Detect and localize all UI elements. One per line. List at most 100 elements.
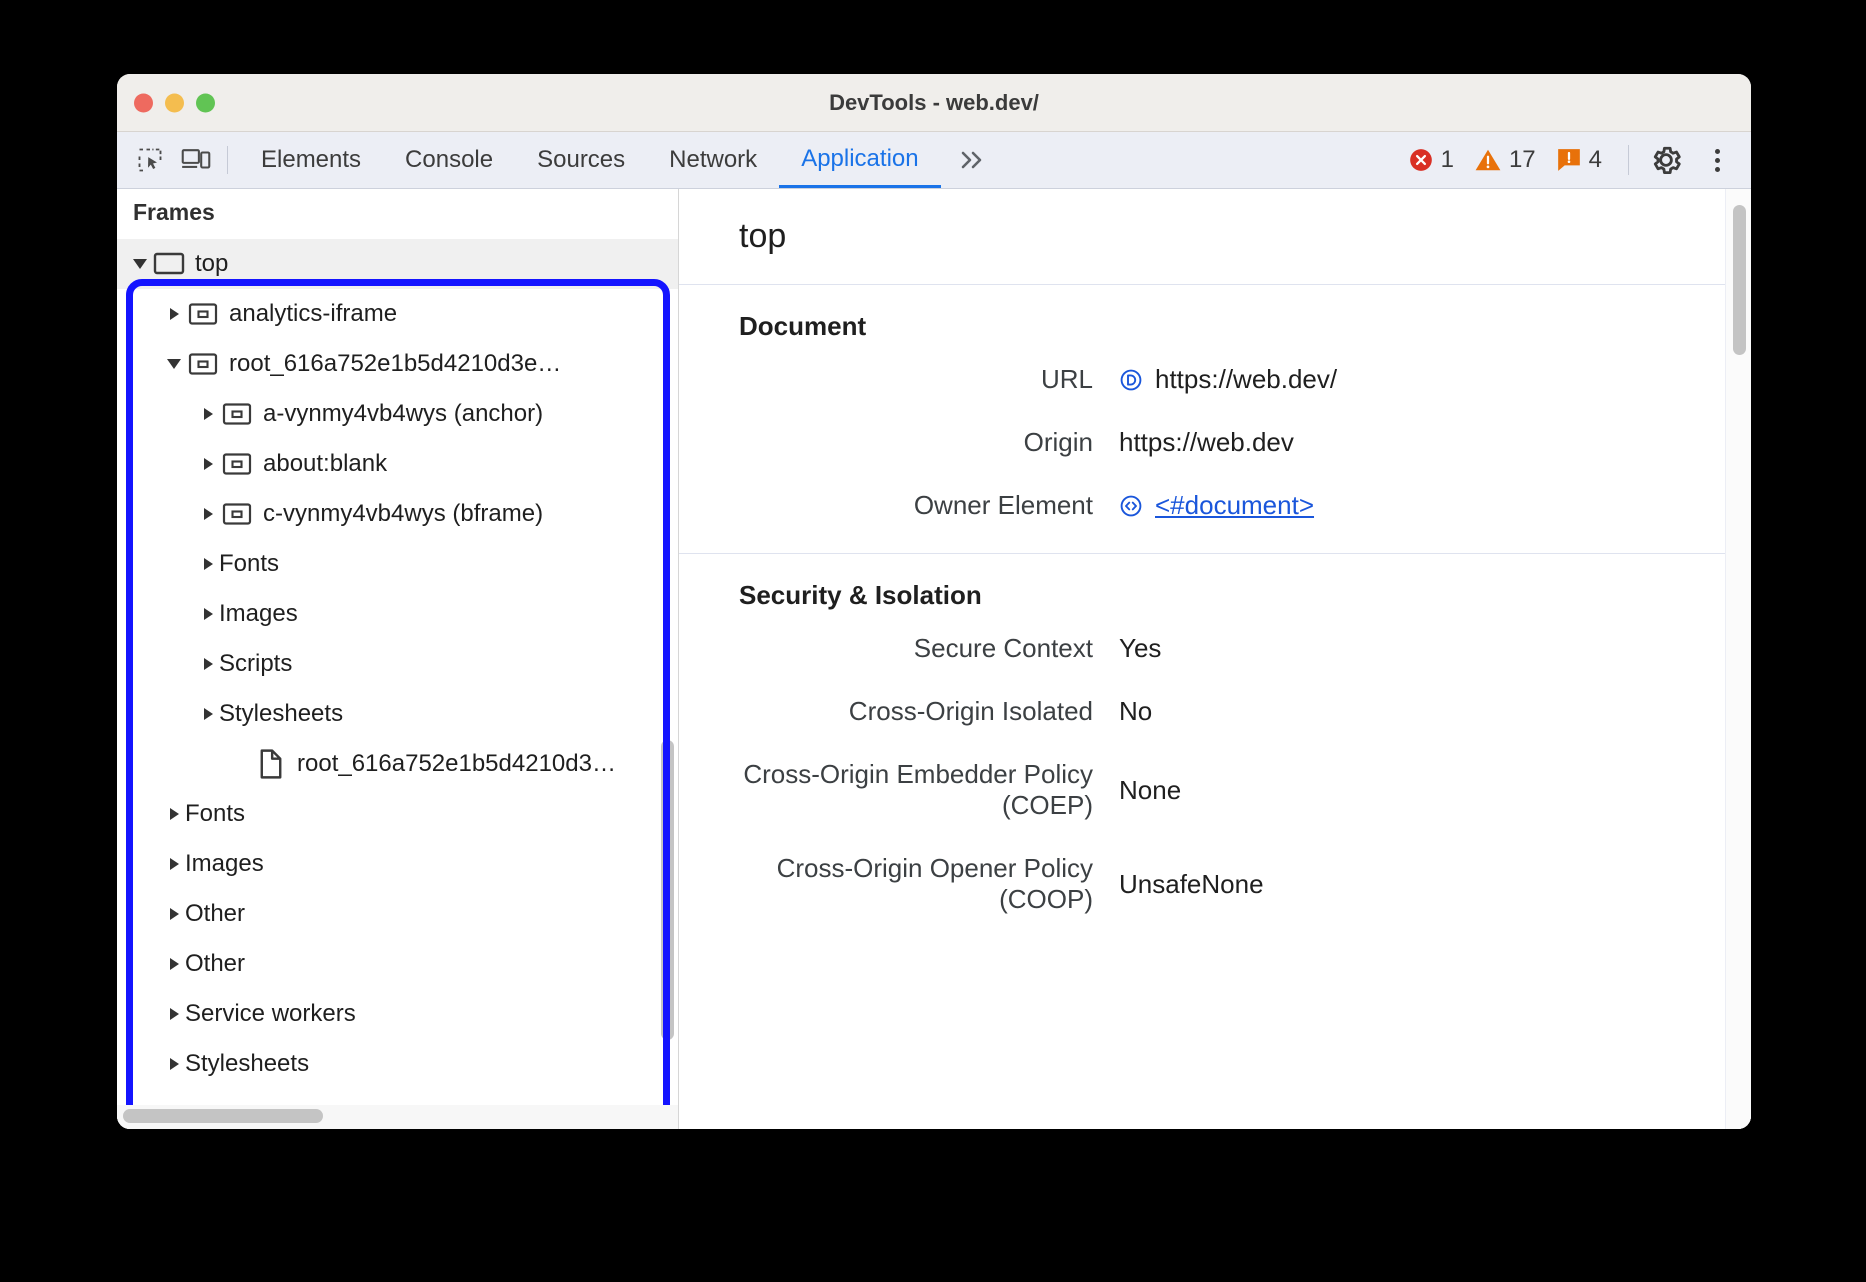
minimize-window-button[interactable] [165,93,184,112]
chevron-down-icon[interactable] [129,259,151,269]
sidebar-vertical-scrollbar[interactable] [661,740,674,1040]
tree-item-label: about:blank [263,452,387,476]
tree-item-label: Stylesheets [185,1052,309,1076]
iframe-icon [222,502,252,526]
tab-sources[interactable]: Sources [515,132,647,188]
tree-item-label: Images [185,852,264,876]
chevron-right-icon[interactable] [163,958,185,970]
tab-application[interactable]: Application [779,132,940,188]
chevron-right-icon[interactable] [197,408,219,420]
tree-item-fonts[interactable]: Fonts [117,539,678,589]
detail-value: None [1119,775,1181,806]
tree-item-stylesheets[interactable]: Stylesheets [117,689,678,739]
tree-item-a-vynmy4vb4wys-anchor[interactable]: a-vynmy4vb4wys (anchor) [117,389,678,439]
chevron-right-icon[interactable] [163,908,185,920]
kebab-menu-icon[interactable] [1695,138,1739,182]
detail-row: URLhttps://web.dev/ [679,364,1751,395]
chevron-right-icon[interactable] [163,308,185,320]
tree-item-label: Fonts [219,552,279,576]
warning-count: 17 [1509,146,1536,174]
tab-network[interactable]: Network [647,132,779,188]
frame-top-icon [151,251,187,277]
toolbar-divider-right [1628,145,1629,175]
gear-icon[interactable] [1643,137,1689,183]
tree-item-root-616a752e1b5d4210d3e[interactable]: root_616a752e1b5d4210d3e… [117,339,678,389]
tab-console[interactable]: Console [383,132,515,188]
detail-row: Owner Element<#document> [679,490,1751,521]
chevron-right-icon[interactable] [197,608,219,620]
open-in-new-circle-icon[interactable] [1119,368,1143,392]
tree-item-analytics-iframe[interactable]: analytics-iframe [117,289,678,339]
tree-item-other[interactable]: Other [117,889,678,939]
window-titlebar: DevTools - web.dev/ [117,74,1751,132]
detail-value-link[interactable]: <#document> [1155,490,1314,521]
device-toolbar-icon[interactable] [173,138,219,182]
detail-value[interactable]: <#document> [1119,490,1314,521]
tree-item-label: Other [185,952,245,976]
more-tabs-chevron-icon[interactable] [941,132,1003,188]
detail-value: https://web.dev/ [1119,364,1337,395]
tree-item-images[interactable]: Images [117,839,678,889]
document-icon [253,749,289,779]
chevron-down-icon[interactable] [163,359,185,369]
sidebar-horizontal-scrollbar[interactable] [123,1109,323,1123]
code-circle-icon[interactable] [1119,494,1143,518]
tree-item-label: Stylesheets [219,702,343,726]
close-window-button[interactable] [134,93,153,112]
detail-row: Cross-Origin Embedder Policy (COEP)None [679,759,1751,821]
section-security-isolation: Security & IsolationSecure ContextYesCro… [679,554,1751,915]
iframe-icon [185,302,221,326]
chevron-right-icon[interactable] [163,858,185,870]
details-sections: Document URLhttps://web.dev/Origin https:/… [679,285,1751,947]
detail-row: Secure ContextYes [679,633,1751,664]
frames-sidebar: Frames topanalytics-iframeroot_616a752e1… [117,189,679,1129]
chevron-right-icon[interactable] [197,658,219,670]
error-counter[interactable]: 1 [1402,146,1460,174]
issue-counter[interactable]: 4 [1550,146,1608,174]
tree-item-c-vynmy4vb4wys-bframe[interactable]: c-vynmy4vb4wys (bframe) [117,489,678,539]
tab-elements[interactable]: Elements [239,132,383,188]
inspect-element-icon[interactable] [127,138,173,182]
detail-value-text: https://web.dev/ [1155,364,1337,395]
chevron-right-icon[interactable] [163,1058,185,1070]
devtools-body: Frames topanalytics-iframeroot_616a752e1… [117,189,1751,1129]
tree-item-other[interactable]: Other [117,939,678,989]
tree-item-top[interactable]: top [117,239,678,289]
screenshot-root: DevTools - web.dev/ Elements Conso [0,0,1866,1282]
traffic-light-group [134,93,215,112]
chevron-right-icon[interactable] [197,708,219,720]
detail-key: Cross-Origin Opener Policy (COOP) [679,853,1119,915]
iframe-icon [219,402,255,426]
tree-item-label: Fonts [185,802,245,826]
error-count: 1 [1441,146,1454,174]
tree-item-service-workers[interactable]: Service workers [117,989,678,1039]
warning-counter[interactable]: 17 [1468,146,1542,174]
section-title: Document [679,311,1751,342]
tree-item-label: root_616a752e1b5d4210d3… [297,752,616,776]
frame-details-panel: top DocumentURLhttps://web.dev/Originhtt… [679,189,1751,1129]
chevron-right-icon[interactable] [197,458,219,470]
zoom-window-button[interactable] [196,93,215,112]
iframe-icon [185,352,221,376]
tree-item-label: Other [185,902,245,926]
chevron-right-icon[interactable] [197,558,219,570]
frames-tree-wrapper: top analytics-iframe root_616a752e1b5d4210… [117,235,678,1105]
tree-item-label: Scripts [219,652,292,676]
chevron-right-icon[interactable] [197,508,219,520]
tree-item-scripts[interactable]: Scripts [117,639,678,689]
chevron-right-icon[interactable] [163,1008,185,1020]
tree-item-about-blank[interactable]: about:blank [117,439,678,489]
frames-tree[interactable]: top analytics-iframe root_616a752e1b5d4210… [117,235,678,1105]
tree-item-images[interactable]: Images [117,589,678,639]
chevron-right-icon[interactable] [163,808,185,820]
tree-item-label: analytics-iframe [229,302,397,326]
detail-value-text: Yes [1119,633,1161,664]
panel-tab-strip: Elements Console Sources Network Applica… [239,132,1003,188]
main-vertical-scrollbar[interactable] [1733,205,1746,355]
sidebar-horizontal-scrollbar-track [117,1105,678,1129]
detail-key: Origin [679,427,1119,458]
tree-item-root-616a752e1b5d4210d3[interactable]: root_616a752e1b5d4210d3… [117,739,678,789]
detail-value-text: None [1119,775,1181,806]
tree-item-fonts[interactable]: Fonts [117,789,678,839]
tree-item-stylesheets[interactable]: Stylesheets [117,1039,678,1089]
